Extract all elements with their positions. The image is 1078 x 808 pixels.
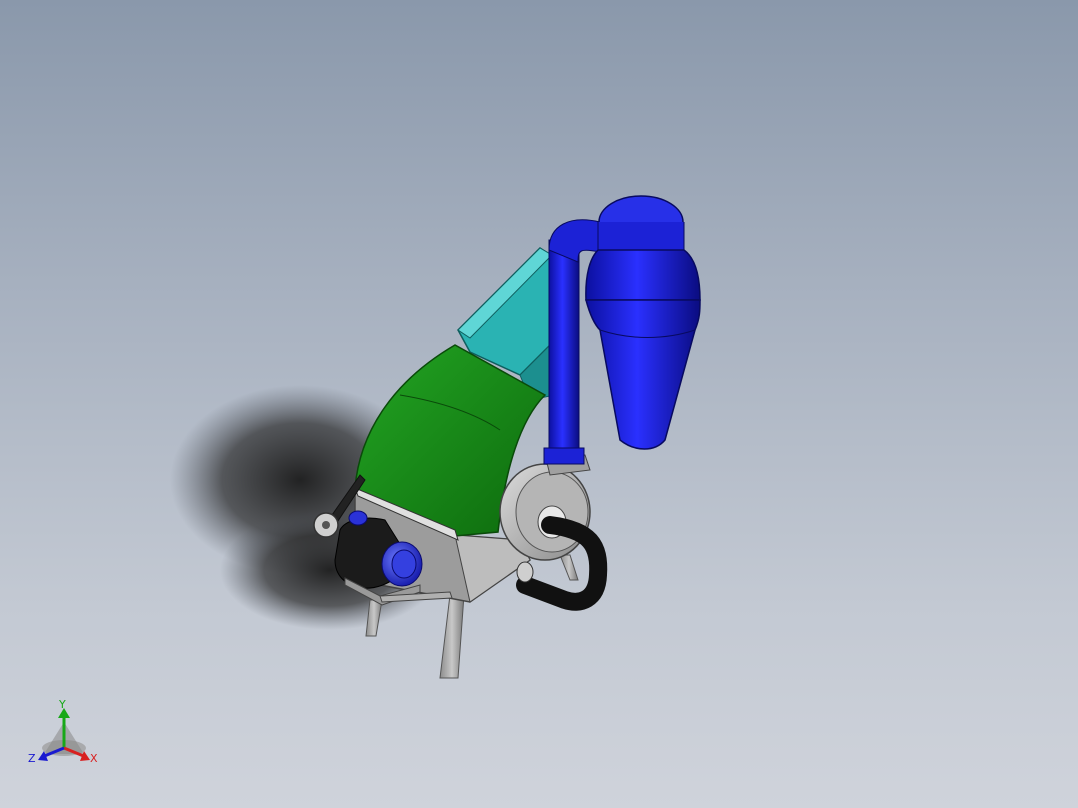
cyclone-cone[interactable] xyxy=(585,299,701,450)
pulley-hub xyxy=(322,521,330,529)
frame-leg-front xyxy=(439,594,465,679)
z-axis-label: Z xyxy=(28,752,36,765)
cyclone-cylinder[interactable] xyxy=(585,249,701,301)
return-pipe-inlet xyxy=(516,561,534,583)
riser-pipe-base xyxy=(543,447,585,465)
y-axis-label: Y xyxy=(58,698,66,711)
motor-fan-cover xyxy=(391,549,417,579)
graphics-viewport[interactable]: Y X Z xyxy=(0,0,1078,808)
model-canvas[interactable]: Y X Z xyxy=(0,0,1078,808)
view-orientation-triad[interactable]: Y X Z xyxy=(28,698,98,765)
cyclone-upper-body[interactable] xyxy=(597,222,685,253)
frame-leg-right xyxy=(559,554,579,581)
riser-pipe[interactable] xyxy=(548,239,580,461)
x-axis-label: X xyxy=(90,752,98,765)
motor-shaft-cap xyxy=(348,510,368,526)
